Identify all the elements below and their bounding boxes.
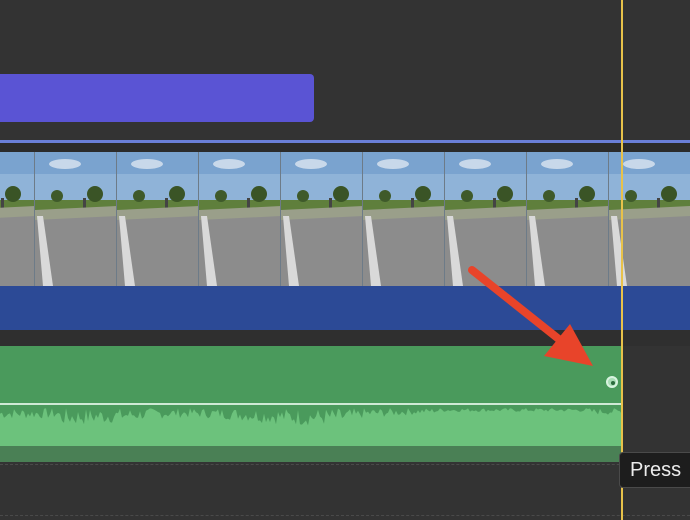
- filmstrip-thumbnail: [199, 152, 281, 286]
- filmstrip-thumbnail: [363, 152, 445, 286]
- timeline[interactable]: [0, 0, 690, 520]
- filmstrip-thumbnail: [0, 152, 35, 286]
- filmstrip-thumbnail: [445, 152, 527, 286]
- title-clip[interactable]: [0, 74, 314, 122]
- tooltip-text: Press: [630, 459, 682, 481]
- audio-waveform: [0, 403, 623, 462]
- audio-gap: [0, 330, 690, 346]
- track-divider: [0, 464, 690, 465]
- audio-clip[interactable]: [0, 346, 623, 462]
- volume-line[interactable]: [0, 403, 623, 405]
- tooltip: Press: [619, 452, 690, 488]
- filmstrip-thumbnail: [117, 152, 199, 286]
- video-clip-filmstrip[interactable]: [0, 152, 690, 286]
- waveform-bottom-shade: [0, 446, 623, 462]
- filmstrip-thumbnail: [527, 152, 609, 286]
- video-clip-bar[interactable]: [0, 286, 690, 330]
- track-divider: [0, 515, 690, 516]
- video-clip-gap: [0, 143, 690, 152]
- playhead[interactable]: [621, 0, 623, 520]
- filmstrip-thumbnail: [281, 152, 363, 286]
- audio-fade-handle[interactable]: [606, 376, 618, 388]
- filmstrip-thumbnails: [0, 152, 690, 286]
- filmstrip-thumbnail: [35, 152, 117, 286]
